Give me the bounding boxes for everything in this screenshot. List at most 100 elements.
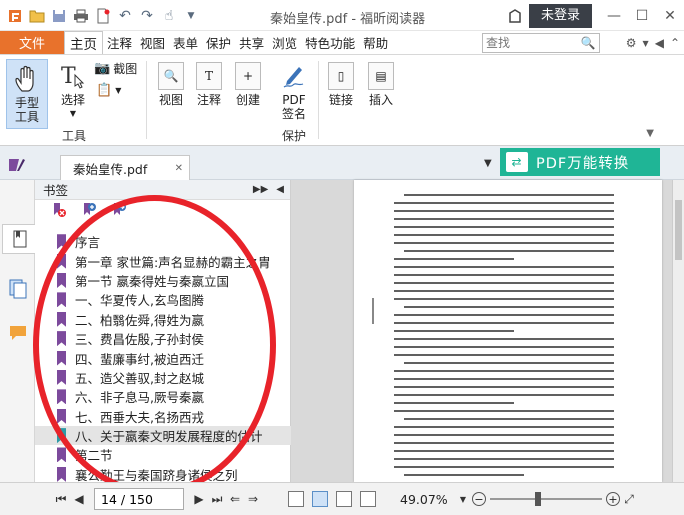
bookmark-item[interactable]: 序言: [35, 232, 291, 251]
close-button[interactable]: ✕: [656, 0, 684, 31]
page-text-line: [404, 418, 614, 420]
protect-group-label: 保护: [282, 129, 307, 143]
hand-tool-button[interactable]: 手型 工具: [6, 59, 48, 129]
next-page-icon[interactable]: ▶: [190, 492, 208, 506]
clipboard-button[interactable]: 📋 ▼: [96, 83, 121, 98]
print-icon[interactable]: [72, 7, 90, 25]
ribbon-expand-icon[interactable]: ▼: [646, 128, 654, 139]
bookmark-label: 二、柏翳佐舜,得姓为嬴: [75, 312, 204, 328]
bookmark-item[interactable]: 五、造父善驭,封之赵城: [35, 368, 291, 387]
page-text-line: [394, 330, 514, 332]
page-text-line: [394, 210, 614, 212]
settings-gear-icon[interactable]: ⚙: [626, 36, 637, 50]
move-bookmark-icon[interactable]: [111, 202, 127, 218]
page-text-line: [394, 434, 614, 436]
menu-tab-browse[interactable]: 浏览: [268, 31, 301, 54]
zoom-out-icon[interactable]: −: [472, 492, 486, 506]
settings-dropdown-icon[interactable]: ▼: [643, 39, 649, 48]
fit-page-icon[interactable]: ⤢: [620, 492, 638, 507]
single-page-view-icon[interactable]: [288, 491, 304, 507]
ribbon-collapse-icon[interactable]: ⌃: [670, 36, 680, 50]
next-view-icon[interactable]: ⇒: [244, 492, 262, 506]
save-icon[interactable]: [50, 7, 68, 25]
menu-bar: 文件 主页 注释 视图 表单 保护 共享 浏览 特色功能 帮助 🔍 ⚙ ▼ ◀ …: [0, 31, 684, 55]
search-input[interactable]: [483, 34, 579, 52]
zoom-slider[interactable]: [490, 492, 602, 506]
page-margin-text: [372, 298, 374, 324]
open-folder-icon[interactable]: [28, 7, 46, 25]
bookmark-item[interactable]: 第二节: [35, 445, 291, 464]
menu-tab-protect[interactable]: 保护: [202, 31, 235, 54]
menu-tab-features[interactable]: 特色功能: [301, 31, 359, 54]
customize-dropdown-icon[interactable]: ▼: [182, 7, 200, 25]
prev-page-icon[interactable]: ◀: [70, 492, 88, 506]
nav-back-icon[interactable]: ◀: [655, 36, 664, 50]
tab-list-dropdown-icon[interactable]: ▼: [484, 158, 492, 169]
select-tool-button[interactable]: T 选择 ▼: [54, 59, 92, 121]
page-text-line: [394, 370, 614, 372]
bookmark-item[interactable]: 第一章 家世篇:声名显赫的霸主之胄: [35, 251, 291, 270]
bookmark-item[interactable]: 二、柏翳佐舜,得姓为嬴: [35, 310, 291, 329]
bookmark-item[interactable]: 六、非子息马,厥号秦嬴: [35, 387, 291, 406]
create-button[interactable]: + 创建: [231, 59, 265, 107]
menu-tab-form[interactable]: 表单: [169, 31, 202, 54]
facing-view-icon[interactable]: [336, 491, 352, 507]
bookmark-item[interactable]: 七、西垂大夫,名扬西戎: [35, 407, 291, 426]
panel-hide-icon[interactable]: ◀: [276, 184, 284, 195]
panel-collapse-icon[interactable]: ▶▶: [253, 184, 268, 195]
create-pdf-icon: +: [235, 62, 261, 90]
new-document-icon[interactable]: [94, 7, 112, 25]
pdf-page[interactable]: [354, 180, 662, 482]
continuous-facing-view-icon[interactable]: [360, 491, 376, 507]
select-dropdown-icon[interactable]: ▼: [70, 107, 76, 121]
menu-tab-home[interactable]: 主页: [64, 31, 103, 54]
bookmark-item[interactable]: 第一节 嬴秦得姓与秦嬴立国: [35, 271, 291, 290]
view-button[interactable]: 🔍 视图: [154, 59, 188, 107]
hand-tool-label: 手型 工具: [14, 96, 39, 124]
page-text-line: [394, 234, 614, 236]
maximize-button[interactable]: ☐: [628, 0, 656, 31]
bookmark-item[interactable]: 四、蜚廉事纣,被迫西迁: [35, 348, 291, 367]
undo-icon[interactable]: ↶: [116, 7, 134, 25]
hand-pointer-icon[interactable]: ☝: [160, 7, 178, 25]
zoom-dropdown-icon[interactable]: ▼: [454, 495, 472, 504]
bookmark-item-selected[interactable]: 八、关于嬴秦文明发展程度的估计: [35, 425, 291, 446]
redo-icon[interactable]: ↷: [138, 7, 156, 25]
login-button[interactable]: 未登录: [528, 3, 592, 28]
insert-button[interactable]: ▤ 插入: [364, 59, 398, 107]
first-page-icon[interactable]: ⏮: [52, 492, 70, 507]
screenshot-label: 截图: [113, 62, 138, 76]
file-menu-button[interactable]: 文件: [0, 31, 64, 54]
menu-tab-help[interactable]: 帮助: [359, 31, 392, 54]
menu-tab-comment[interactable]: 注释: [103, 31, 136, 54]
minimize-button[interactable]: —: [600, 0, 628, 31]
page-text-line: [394, 274, 614, 276]
continuous-view-icon[interactable]: [312, 491, 328, 507]
delete-bookmark-icon[interactable]: [51, 202, 67, 218]
bookmark-item[interactable]: 一、华夏传人,玄鸟图腾: [35, 290, 291, 309]
comments-panel-button[interactable]: [4, 318, 32, 348]
zoom-in-icon[interactable]: +: [606, 492, 620, 506]
bookmark-item[interactable]: 三、费昌佐殷,子孙封侯: [35, 329, 291, 348]
pdf-convert-banner[interactable]: ⇄ PDF万能转换: [500, 148, 660, 176]
menu-tab-share[interactable]: 共享: [235, 31, 268, 54]
scrollbar-thumb[interactable]: [675, 200, 682, 260]
search-box: 🔍: [482, 33, 600, 53]
last-page-icon[interactable]: ⏭: [208, 492, 226, 507]
search-icon[interactable]: 🔍: [579, 36, 597, 50]
screenshot-button[interactable]: 📷 截图: [94, 60, 137, 77]
pdf-sign-button[interactable]: PDF 签名: [275, 59, 313, 121]
link-button[interactable]: ▯ 链接: [324, 59, 358, 107]
add-bookmark-icon[interactable]: [81, 202, 97, 218]
tab-document[interactable]: 秦始皇传.pdf ✕: [60, 155, 190, 180]
account-icon[interactable]: [501, 0, 529, 31]
bookmarks-panel-button[interactable]: [2, 224, 36, 254]
pages-panel-button[interactable]: [4, 274, 32, 304]
prev-view-icon[interactable]: ⇐: [226, 492, 244, 506]
zoom-slider-thumb[interactable]: [535, 492, 541, 506]
comment-button[interactable]: T 注释: [192, 59, 226, 107]
vertical-scrollbar[interactable]: [672, 180, 684, 482]
menu-tab-view[interactable]: 视图: [136, 31, 169, 54]
page-number-input[interactable]: [94, 488, 184, 510]
tab-close-icon[interactable]: ✕: [175, 163, 183, 174]
